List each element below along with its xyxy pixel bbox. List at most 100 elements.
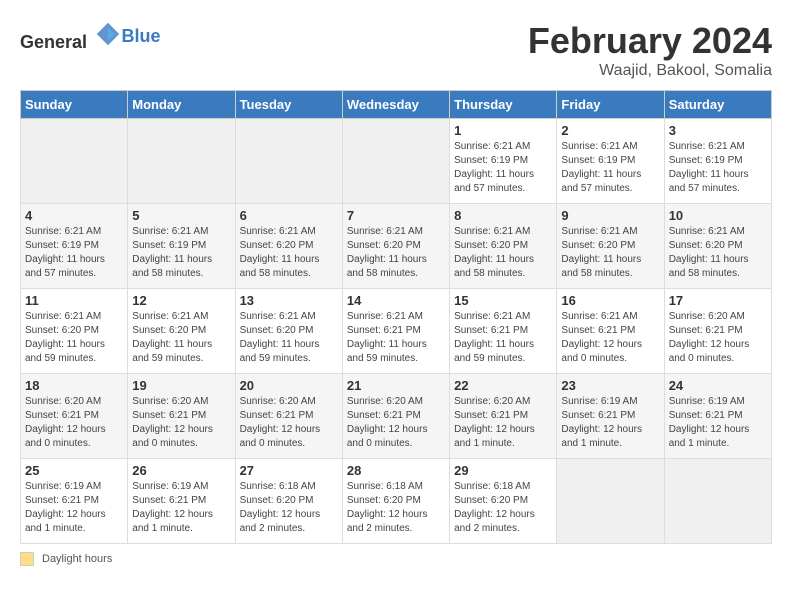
day-cell: 26 Sunrise: 6:19 AM Sunset: 6:21 PM Dayli… xyxy=(128,459,235,544)
day-cell: 9 Sunrise: 6:21 AM Sunset: 6:20 PM Daylig… xyxy=(557,204,664,289)
week-row-3: 11 Sunrise: 6:21 AM Sunset: 6:20 PM Dayli… xyxy=(21,289,772,374)
day-number: 20 xyxy=(240,378,338,393)
day-detail: Sunrise: 6:19 AM Sunset: 6:21 PM Dayligh… xyxy=(669,395,767,451)
day-number: 24 xyxy=(669,378,767,393)
day-detail: Sunrise: 6:20 AM Sunset: 6:21 PM Dayligh… xyxy=(669,310,767,366)
day-cell xyxy=(21,119,128,204)
day-cell: 14 Sunrise: 6:21 AM Sunset: 6:21 PM Dayli… xyxy=(342,289,449,374)
day-cell: 20Sunrise: 6:20 AM Sunset: 6:21 PM Dayli… xyxy=(235,374,342,459)
day-number: 14 xyxy=(347,293,445,308)
day-detail: Sunrise: 6:18 AM Sunset: 6:20 PM Dayligh… xyxy=(454,480,552,536)
day-cell: 21 Sunrise: 6:20 AM Sunset: 6:21 PM Dayli… xyxy=(342,374,449,459)
title-block: February 2024 Waajid, Bakool, Somalia xyxy=(528,20,772,80)
day-number: 23 xyxy=(561,378,659,393)
day-cell: 4Sunrise: 6:21 AM Sunset: 6:19 PM Daylig… xyxy=(21,204,128,289)
day-number: 7 xyxy=(347,208,445,223)
main-title: February 2024 xyxy=(528,20,772,62)
day-detail: Sunrise: 6:21 AM Sunset: 6:21 PM Dayligh… xyxy=(347,310,445,366)
day-cell: 22Sunrise: 6:20 AM Sunset: 6:21 PM Dayli… xyxy=(450,374,557,459)
day-number: 18 xyxy=(25,378,123,393)
day-number: 26 xyxy=(132,463,230,478)
day-detail: Sunrise: 6:21 AM Sunset: 6:20 PM Dayligh… xyxy=(347,225,445,281)
day-number: 6 xyxy=(240,208,338,223)
day-number: 25 xyxy=(25,463,123,478)
day-number: 3 xyxy=(669,123,767,138)
day-detail: Sunrise: 6:21 AM Sunset: 6:20 PM Dayligh… xyxy=(561,225,659,281)
day-detail: Sunrise: 6:21 AM Sunset: 6:19 PM Dayligh… xyxy=(669,140,767,196)
day-cell: 16Sunrise: 6:21 AM Sunset: 6:21 PM Dayli… xyxy=(557,289,664,374)
day-detail: Sunrise: 6:21 AM Sunset: 6:20 PM Dayligh… xyxy=(240,310,338,366)
day-cell xyxy=(128,119,235,204)
day-number: 13 xyxy=(240,293,338,308)
week-row-4: 18 Sunrise: 6:20 AM Sunset: 6:21 PM Dayli… xyxy=(21,374,772,459)
day-cell xyxy=(664,459,771,544)
day-cell: 23Sunrise: 6:19 AM Sunset: 6:21 PM Dayli… xyxy=(557,374,664,459)
day-detail: Sunrise: 6:21 AM Sunset: 6:20 PM Dayligh… xyxy=(240,225,338,281)
day-cell: 8Sunrise: 6:21 AM Sunset: 6:20 PM Daylig… xyxy=(450,204,557,289)
day-cell: 3 Sunrise: 6:21 AM Sunset: 6:19 PM Daylig… xyxy=(664,119,771,204)
day-detail: Sunrise: 6:19 AM Sunset: 6:21 PM Dayligh… xyxy=(132,480,230,536)
day-cell: 28 Sunrise: 6:18 AM Sunset: 6:20 PM Dayli… xyxy=(342,459,449,544)
day-number: 22 xyxy=(454,378,552,393)
day-detail: Sunrise: 6:21 AM Sunset: 6:19 PM Dayligh… xyxy=(25,225,123,281)
daylight-label: Daylight hours xyxy=(42,553,112,565)
week-row-5: 25 Sunrise: 6:19 AM Sunset: 6:21 PM Dayli… xyxy=(21,459,772,544)
day-number: 19 xyxy=(132,378,230,393)
col-header-saturday: Saturday xyxy=(664,91,771,119)
day-detail: Sunrise: 6:21 AM Sunset: 6:19 PM Dayligh… xyxy=(132,225,230,281)
day-number: 15 xyxy=(454,293,552,308)
logo-blue: Blue xyxy=(122,26,161,47)
day-cell: 24 Sunrise: 6:19 AM Sunset: 6:21 PM Dayli… xyxy=(664,374,771,459)
day-cell: 11 Sunrise: 6:21 AM Sunset: 6:20 PM Dayli… xyxy=(21,289,128,374)
day-cell: 27 Sunrise: 6:18 AM Sunset: 6:20 PM Dayli… xyxy=(235,459,342,544)
day-detail: Sunrise: 6:20 AM Sunset: 6:21 PM Dayligh… xyxy=(347,395,445,451)
day-number: 27 xyxy=(240,463,338,478)
day-cell: 6 Sunrise: 6:21 AM Sunset: 6:20 PM Daylig… xyxy=(235,204,342,289)
day-cell xyxy=(235,119,342,204)
day-cell: 17 Sunrise: 6:20 AM Sunset: 6:21 PM Dayli… xyxy=(664,289,771,374)
day-cell: 2Sunrise: 6:21 AM Sunset: 6:19 PM Daylig… xyxy=(557,119,664,204)
calendar-table: SundayMondayTuesdayWednesdayThursdayFrid… xyxy=(20,90,772,544)
day-number: 17 xyxy=(669,293,767,308)
day-detail: Sunrise: 6:21 AM Sunset: 6:19 PM Dayligh… xyxy=(561,140,659,196)
col-header-tuesday: Tuesday xyxy=(235,91,342,119)
day-cell: 7 Sunrise: 6:21 AM Sunset: 6:20 PM Daylig… xyxy=(342,204,449,289)
col-header-sunday: Sunday xyxy=(21,91,128,119)
day-cell: 29 Sunrise: 6:18 AM Sunset: 6:20 PM Dayli… xyxy=(450,459,557,544)
col-header-friday: Friday xyxy=(557,91,664,119)
day-cell xyxy=(342,119,449,204)
day-number: 11 xyxy=(25,293,123,308)
daylight-icon xyxy=(20,552,34,566)
calendar-footer: Daylight hours xyxy=(20,552,772,566)
day-cell xyxy=(557,459,664,544)
day-number: 21 xyxy=(347,378,445,393)
day-detail: Sunrise: 6:21 AM Sunset: 6:21 PM Dayligh… xyxy=(454,310,552,366)
day-number: 29 xyxy=(454,463,552,478)
page-header: General Blue February 2024 Waajid, Bakoo… xyxy=(20,20,772,80)
day-detail: Sunrise: 6:18 AM Sunset: 6:20 PM Dayligh… xyxy=(347,480,445,536)
day-number: 10 xyxy=(669,208,767,223)
day-number: 28 xyxy=(347,463,445,478)
day-detail: Sunrise: 6:18 AM Sunset: 6:20 PM Dayligh… xyxy=(240,480,338,536)
day-detail: Sunrise: 6:21 AM Sunset: 6:20 PM Dayligh… xyxy=(132,310,230,366)
day-detail: Sunrise: 6:20 AM Sunset: 6:21 PM Dayligh… xyxy=(132,395,230,451)
day-cell: 10 Sunrise: 6:21 AM Sunset: 6:20 PM Dayli… xyxy=(664,204,771,289)
day-cell: 12 Sunrise: 6:21 AM Sunset: 6:20 PM Dayli… xyxy=(128,289,235,374)
day-cell: 18Sunrise: 6:20 AM Sunset: 6:21 PM Dayli… xyxy=(21,374,128,459)
day-number: 1 xyxy=(454,123,552,138)
day-cell: 5Sunrise: 6:21 AM Sunset: 6:19 PM Daylig… xyxy=(128,204,235,289)
logo-icon xyxy=(94,20,122,48)
day-detail: Sunrise: 6:19 AM Sunset: 6:21 PM Dayligh… xyxy=(25,480,123,536)
day-detail: Sunrise: 6:21 AM Sunset: 6:20 PM Dayligh… xyxy=(454,225,552,281)
col-header-thursday: Thursday xyxy=(450,91,557,119)
col-header-monday: Monday xyxy=(128,91,235,119)
logo-general: General xyxy=(20,32,87,52)
day-number: 9 xyxy=(561,208,659,223)
day-detail: Sunrise: 6:21 AM Sunset: 6:20 PM Dayligh… xyxy=(669,225,767,281)
day-number: 12 xyxy=(132,293,230,308)
day-detail: Sunrise: 6:21 AM Sunset: 6:21 PM Dayligh… xyxy=(561,310,659,366)
day-cell: 25 Sunrise: 6:19 AM Sunset: 6:21 PM Dayli… xyxy=(21,459,128,544)
day-cell: 15 Sunrise: 6:21 AM Sunset: 6:21 PM Dayli… xyxy=(450,289,557,374)
day-detail: Sunrise: 6:21 AM Sunset: 6:19 PM Dayligh… xyxy=(454,140,552,196)
day-detail: Sunrise: 6:21 AM Sunset: 6:20 PM Dayligh… xyxy=(25,310,123,366)
